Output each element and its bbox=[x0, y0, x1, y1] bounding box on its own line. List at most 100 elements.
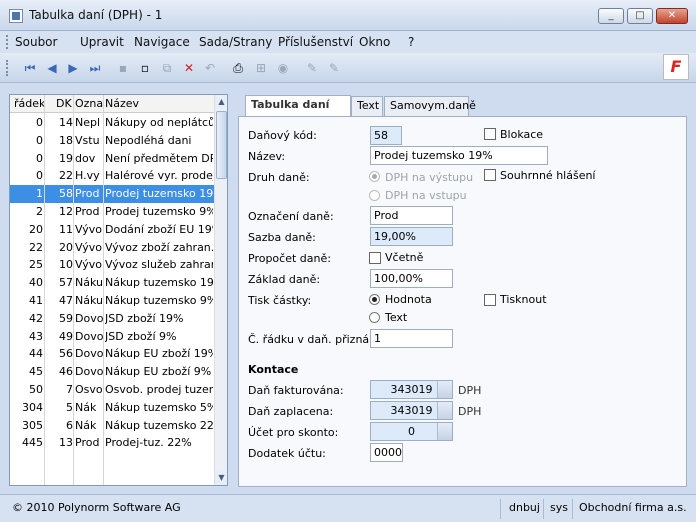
edit-icon[interactable]: ✎ bbox=[304, 60, 320, 76]
column-divider bbox=[44, 95, 45, 485]
row-oznaceni: Vývo bbox=[75, 240, 102, 254]
row-radek: 1 bbox=[36, 187, 43, 201]
tab-text[interactable]: Text bbox=[351, 96, 383, 116]
zaklad-field[interactable]: 100,00% bbox=[370, 269, 453, 288]
list-row[interactable]: 305 6 Nák Nákup tuzemsko 22% bbox=[10, 417, 214, 435]
skonto-select[interactable]: 0 bbox=[370, 422, 453, 441]
list-row[interactable]: 45 46 Dovo Nákup EU zboží 9% bbox=[10, 363, 214, 381]
menu-upravit[interactable]: Upravit bbox=[80, 35, 124, 49]
fakt-select[interactable]: 343019 bbox=[370, 380, 453, 399]
list-row[interactable]: 40 57 Náku Nákup tuzemsko 19% bbox=[10, 274, 214, 292]
list-row[interactable]: 2 12 Prod Prodej tuzemsko 9% bbox=[10, 203, 214, 221]
row-dk: 47 bbox=[59, 294, 73, 307]
list-row[interactable]: 41 47 Náku Nákup tuzemsko 9% bbox=[10, 292, 214, 310]
souhrnne-label: Souhrnné hlášení bbox=[500, 169, 596, 182]
prev-record-icon[interactable]: ◀ bbox=[44, 60, 60, 76]
maximize-button[interactable]: □ bbox=[627, 8, 653, 24]
menu-okno[interactable]: Okno bbox=[359, 35, 390, 49]
list-row[interactable]: 20 11 Vývo Dodání zboží EU 19% bbox=[10, 221, 214, 239]
list-scrollbar[interactable]: ▲ ▼ bbox=[214, 95, 227, 485]
list-row[interactable]: 50 7 Osvo Osvob. prodej tuzem. bbox=[10, 381, 214, 399]
row-nazev: Nákup EU zboží 9% bbox=[105, 365, 212, 379]
header-oznaceni[interactable]: Ozna bbox=[75, 97, 103, 110]
list-row[interactable]: 22 20 Vývo Vývoz zboží zahran. bbox=[10, 239, 214, 257]
menu-bar: Soubor Upravit Navigace Sada/Strany Přís… bbox=[0, 31, 696, 53]
oznaceni-label: Označení daně: bbox=[248, 210, 334, 223]
menu-help[interactable]: ? bbox=[408, 35, 414, 49]
dk-field[interactable]: 58 bbox=[370, 126, 402, 145]
radek-field[interactable]: 1 bbox=[370, 329, 453, 348]
row-dk: 58 bbox=[59, 187, 73, 201]
delete-icon[interactable]: ✕ bbox=[181, 60, 197, 76]
scroll-thumb[interactable] bbox=[216, 111, 227, 179]
list-row[interactable]: 42 59 Dovo JSD zboží 19% bbox=[10, 310, 214, 328]
dodatek-field[interactable]: 0000 bbox=[370, 443, 403, 462]
header-dk[interactable]: DK bbox=[56, 97, 72, 110]
scroll-down-icon[interactable]: ▼ bbox=[215, 471, 227, 485]
tisk-text-radio[interactable] bbox=[369, 312, 380, 323]
menu-sada-strany[interactable]: Sada/Strany bbox=[199, 35, 272, 49]
header-radek[interactable]: řádek bbox=[14, 97, 45, 110]
row-dk: 11 bbox=[59, 222, 73, 236]
new-icon[interactable]: ▫ bbox=[137, 60, 153, 76]
next-record-icon[interactable]: ▶ bbox=[65, 60, 81, 76]
row-radek: 40 bbox=[29, 276, 43, 290]
tab-tabulka-dani[interactable]: Tabulka daní bbox=[245, 95, 351, 117]
status-user: sys bbox=[550, 501, 568, 514]
vcetne-checkbox[interactable] bbox=[369, 252, 381, 264]
souhrnne-checkbox[interactable] bbox=[484, 169, 496, 181]
header-nazev[interactable]: Název bbox=[105, 97, 139, 110]
menu-soubor[interactable]: Soubor bbox=[15, 35, 57, 49]
list-row[interactable]: 0 22 H.vy Halérové vyr. prodej bbox=[10, 167, 214, 185]
druh-vstup-radio[interactable] bbox=[369, 190, 380, 201]
toolbar: ⏮ ◀ ▶ ⏭ ▪ ▫ ⧉ ✕ ↶ ⎙ ⊞ ◉ ✎ ✎ bbox=[0, 53, 696, 83]
row-dk: 5 bbox=[66, 400, 73, 414]
skonto-label: Účet pro skonto: bbox=[248, 426, 339, 439]
status-bar: © 2010 Polynorm Software AG dnbuj sys Ob… bbox=[0, 494, 696, 522]
sazba-field[interactable]: 19,00% bbox=[370, 227, 453, 246]
zapl-select[interactable]: 343019 bbox=[370, 401, 453, 420]
first-record-icon[interactable]: ⏮ bbox=[22, 60, 38, 76]
dropdown-icon[interactable] bbox=[437, 423, 452, 440]
blokace-checkbox[interactable] bbox=[484, 128, 496, 140]
row-nazev: Dodání zboží EU 19% bbox=[105, 222, 213, 236]
copy-icon[interactable]: ⧉ bbox=[159, 60, 175, 76]
list-row[interactable]: 445 13 Prod Prodej-tuz. 22% bbox=[10, 434, 214, 452]
list-row[interactable]: 0 18 Vstu Nepodléhá dani bbox=[10, 132, 214, 150]
row-oznaceni: Prod bbox=[75, 187, 100, 201]
list-row[interactable]: 304 5 Nák Nákup tuzemsko 5% bbox=[10, 399, 214, 417]
fakt-suffix: DPH bbox=[458, 384, 482, 397]
menu-prislusenstvi[interactable]: Příslušenství bbox=[278, 35, 353, 49]
druh-vystup-radio[interactable] bbox=[369, 171, 380, 182]
close-button[interactable]: ✕ bbox=[656, 8, 688, 24]
list-row[interactable]: 25 10 Vývo Vývoz služeb zahran. bbox=[10, 256, 214, 274]
list-row[interactable]: 43 49 Dovo JSD zboží 9% bbox=[10, 328, 214, 346]
dropdown-icon[interactable] bbox=[437, 381, 452, 398]
list-row[interactable]: 0 19 dov Není předmětem DPH bbox=[10, 150, 214, 168]
menu-navigace[interactable]: Navigace bbox=[134, 35, 190, 49]
print-icon[interactable]: ⎙ bbox=[230, 60, 246, 76]
oznaceni-field[interactable]: Prod bbox=[370, 206, 453, 225]
save-icon[interactable]: ▪ bbox=[115, 60, 131, 76]
disk-icon[interactable]: ◉ bbox=[275, 60, 291, 76]
list-row[interactable]: 0 14 Nepl Nákupy od neplátců bbox=[10, 114, 214, 132]
row-radek: 0 bbox=[36, 133, 43, 147]
tisknout-checkbox[interactable] bbox=[484, 294, 496, 306]
minimize-button[interactable]: _ bbox=[598, 8, 624, 24]
propocet-label: Propočet daně: bbox=[248, 252, 331, 265]
list-row[interactable]: 1 58 Prod Prodej tuzemsko 19% bbox=[10, 185, 214, 203]
last-record-icon[interactable]: ⏭ bbox=[87, 60, 103, 76]
list-row[interactable]: 44 56 Dovo Nákup EU zboží 19% bbox=[10, 345, 214, 363]
tab-samovym-dane[interactable]: Samovym.daně bbox=[384, 96, 476, 116]
edit-alt-icon[interactable]: ✎ bbox=[326, 60, 342, 76]
row-nazev: Halérové vyr. prodej bbox=[105, 169, 213, 183]
tax-code-list[interactable]: řádek DK Ozna Název 0 14 Nepl Nákupy od nep… bbox=[9, 94, 228, 486]
dropdown-icon[interactable] bbox=[437, 402, 452, 419]
status-separator bbox=[572, 499, 573, 519]
scroll-up-icon[interactable]: ▲ bbox=[215, 95, 227, 109]
undo-icon[interactable]: ↶ bbox=[202, 60, 218, 76]
tisk-hodnota-radio[interactable] bbox=[369, 294, 380, 305]
fakt-value: 343019 bbox=[390, 383, 433, 396]
nazev-field[interactable]: Prodej tuzemsko 19% bbox=[370, 146, 548, 165]
tree-icon[interactable]: ⊞ bbox=[253, 60, 269, 76]
